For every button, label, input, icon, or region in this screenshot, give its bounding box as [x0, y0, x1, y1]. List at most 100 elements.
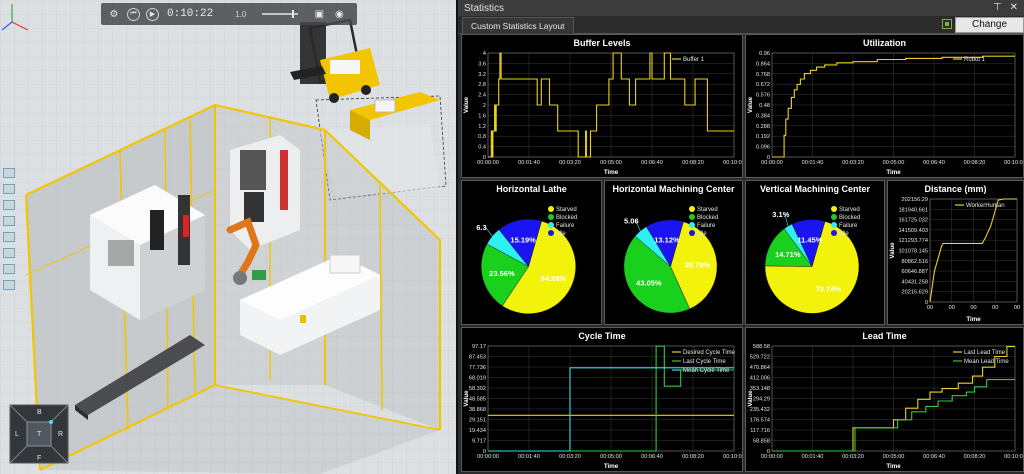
legend-label: Blocked — [839, 215, 860, 221]
pie-data-label: 70.74% — [816, 284, 842, 293]
play-button[interactable]: ▶ — [146, 7, 159, 21]
y-tick-label: 77.736 — [469, 365, 486, 371]
legend-swatch — [831, 214, 837, 220]
pie-data-label: 38.78% — [685, 261, 711, 270]
factory-scene[interactable] — [0, 0, 456, 474]
y-tick-label: 58.858 — [753, 439, 770, 445]
x-tick-label: 00:01:40 — [802, 160, 824, 166]
view-cube[interactable]: B L T R F — [9, 404, 69, 464]
legend-label: Mean Cycle Time — [683, 368, 730, 374]
y-tick-label: 58.302 — [469, 386, 486, 392]
tab-strip: Custom Statistics Layout Change Layout — [458, 16, 1024, 44]
legend-label: Last Lead Time — [964, 350, 1006, 356]
legend-swatch — [831, 206, 837, 212]
y-tick-label: 20215.629 — [902, 290, 928, 296]
y-axis-label: Value — [463, 96, 470, 113]
y-tick-label: 0.864 — [756, 61, 770, 67]
vmc-svg: Vertical Machining Center 70.74% 14.71% 3.1… — [760, 184, 871, 314]
chart-title: Horizontal Machining Center — [612, 184, 735, 194]
y-tick-label: 0.96 — [759, 51, 770, 57]
x-tick-label: 00:08:20 — [964, 160, 986, 166]
y-tick-label: 121293.774 — [898, 238, 928, 244]
rewind-button[interactable]: ⏮ — [127, 7, 140, 21]
y-tick-label: 9.717 — [472, 439, 486, 445]
y-tick-label: 87.453 — [469, 355, 486, 361]
x-tick-label: 00:08:20 — [682, 160, 704, 166]
material-icon[interactable] — [3, 280, 15, 290]
legend-swatch — [831, 230, 837, 236]
legend-label: Starved — [839, 207, 860, 213]
cycle-svg: Cycle Time 97.17 87.453 77.736 68.019 58.302 4… — [463, 331, 742, 470]
settings-icon[interactable]: ⚙ — [107, 7, 121, 21]
speed-slider[interactable] — [262, 10, 299, 18]
viewcube-left[interactable]: L — [15, 431, 19, 438]
legend-swatch — [689, 214, 695, 220]
x-tick-label: 00 — [949, 305, 955, 311]
y-tick-label: 294.29 — [753, 397, 770, 403]
viewcube-bottom[interactable]: F — [37, 455, 41, 462]
snap-icon[interactable] — [3, 264, 15, 274]
pie-data-label: 11.45% — [797, 235, 822, 244]
y-tick-label: 588.58 — [753, 344, 770, 350]
x-tick-label: 00:10:00 — [723, 160, 742, 166]
legend-swatch — [548, 214, 554, 220]
view-mode-icon[interactable] — [3, 232, 15, 242]
x-tick-label: 00:00:00 — [761, 160, 783, 166]
layout-toggle-checkbox[interactable] — [942, 19, 952, 29]
pie-data-label: 43.05% — [636, 279, 662, 288]
tab-custom-statistics-layout[interactable]: Custom Statistics Layout — [462, 17, 574, 34]
x-tick-label: 00 — [992, 305, 998, 311]
viewcube-center[interactable]: T — [37, 431, 42, 438]
pin-icon[interactable]: ⊤ — [993, 2, 1002, 13]
y-tick-label: 0.288 — [756, 124, 770, 130]
y-tick-label: 101078.145 — [898, 249, 928, 255]
x-tick-label: 00:08:20 — [682, 454, 704, 460]
x-axis-label: Time — [604, 463, 619, 470]
x-tick-label: 00 — [970, 305, 976, 311]
legend-label: Mean Lead Time — [964, 359, 1009, 365]
measure-icon[interactable] — [3, 248, 15, 258]
y-tick-label: 48.585 — [469, 397, 486, 403]
zoom-fit-icon[interactable] — [3, 168, 15, 178]
viewcube-top[interactable]: B — [37, 409, 42, 416]
y-tick-label: 141509.403 — [898, 228, 928, 234]
3d-viewport[interactable]: ⚙ ⏮ ▶ 0:10:22 1.0 ▣ ◉ B L T R F — [0, 0, 456, 474]
x-tick-label: 00:03:20 — [842, 454, 864, 460]
layer-icon[interactable] — [3, 200, 15, 210]
y-tick-label: 3.6 — [478, 61, 486, 67]
pie-data-label: 6.3 — [476, 223, 486, 232]
y-tick-label: 19.434 — [469, 428, 486, 434]
statistics-panel: Statistics ⊤ ✕ Custom Statistics Layout … — [456, 0, 1024, 474]
select-icon[interactable] — [3, 184, 15, 194]
chart-title: Utilization — [863, 38, 906, 48]
dist-svg: Distance (mm) 202156.29 181940.661 161725.0… — [889, 184, 1020, 323]
legend-label: Starved — [556, 207, 577, 213]
close-icon[interactable]: ✕ — [1010, 2, 1018, 13]
hmc-svg: Horizontal Machining Center 38.78% 43.05% 5… — [612, 184, 735, 314]
y-tick-label: 181940.661 — [898, 207, 928, 213]
box-icon[interactable] — [3, 216, 15, 226]
y-tick-label: 0.8 — [478, 134, 486, 140]
chart-title: Buffer Levels — [573, 38, 630, 48]
lead-svg: Lead Time588.58529.722470.864412.006353.… — [747, 331, 1023, 470]
screenshot-icon[interactable]: ▣ — [312, 7, 326, 21]
legend-swatch — [548, 230, 554, 236]
y-axis-label: Value — [889, 242, 896, 259]
record-icon[interactable]: ◉ — [332, 7, 346, 21]
change-layout-button[interactable]: Change Layout — [955, 17, 1024, 44]
vertical-machining-center[interactable] — [230, 135, 300, 250]
pie-data-label: 15.19% — [510, 236, 536, 245]
legend-label: Blocked — [697, 215, 718, 221]
y-tick-label: 0.576 — [756, 93, 770, 99]
lead-time-chart: Lead Time 588.58 529.722 470.864 412.006 353.… — [745, 327, 1024, 472]
viewcube-right[interactable]: R — [58, 431, 63, 438]
y-tick-label: 117.716 — [750, 428, 770, 434]
y-tick-label: 470.864 — [750, 365, 770, 371]
legend-label: Failure — [697, 223, 716, 229]
y-tick-label: 1.2 — [478, 124, 486, 130]
pie-data-label: 5.06 — [624, 216, 639, 225]
legend-label: Idle — [839, 231, 849, 237]
legend-swatch — [548, 222, 554, 228]
legend-label: Desired Cycle Time — [683, 350, 736, 356]
lathe-svg: Horizontal Lathe 54.88% 23.56% 6.3 15.19% Sta… — [476, 184, 577, 314]
